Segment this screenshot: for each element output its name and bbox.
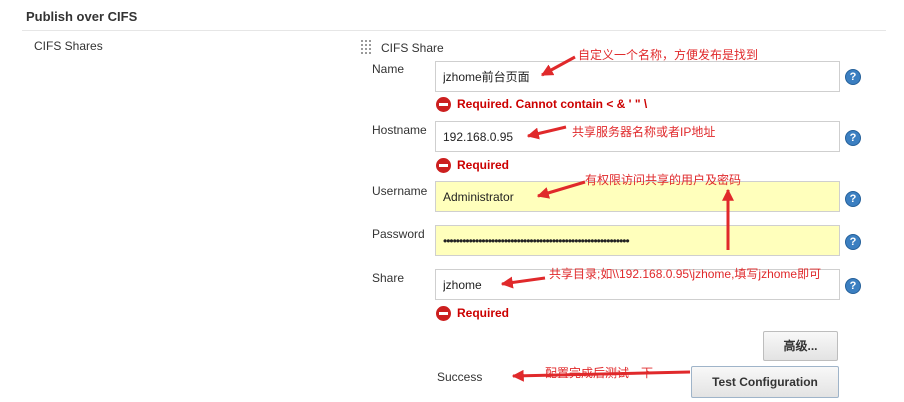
share-annotation-arrow <box>500 276 546 289</box>
annotation-arrows <box>500 55 734 382</box>
hostname-annotation: 共享服务器名称或者IP地址 <box>572 125 716 139</box>
name-annotation-arrow <box>540 55 576 77</box>
share-annotation: 共享目录;如\\192.168.0.95\jzhome,填写jzhome即可 <box>549 267 822 281</box>
credentials-annotation: 有权限访问共享的用户及密码 <box>585 173 742 187</box>
hostname-annotation-arrow <box>526 125 567 140</box>
test-annotation: 配置完成后测试一下 <box>545 366 654 380</box>
username-annotation-arrow <box>536 180 586 199</box>
name-annotation: 自定义一个名称，方便发布是找到 <box>578 48 759 62</box>
